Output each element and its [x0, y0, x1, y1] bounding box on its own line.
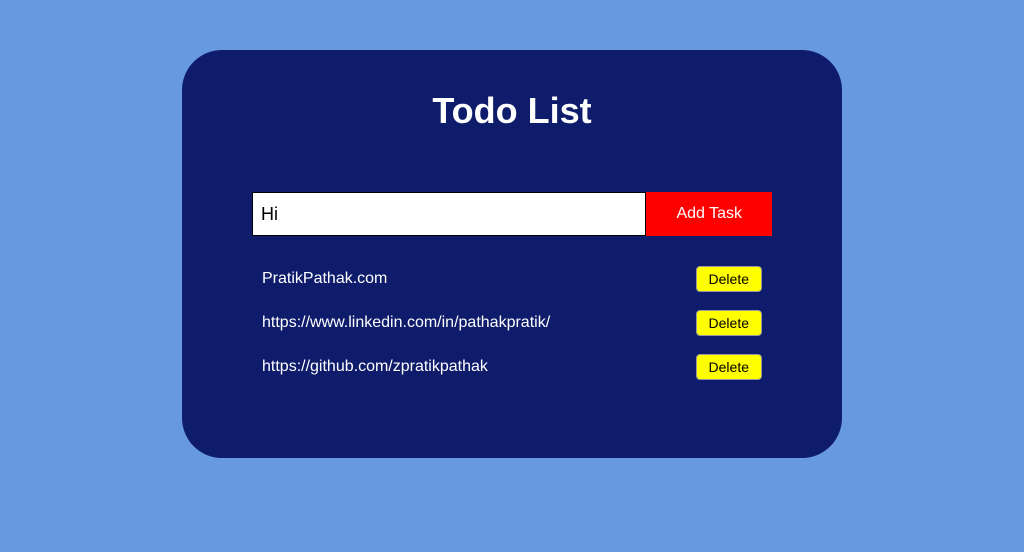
delete-button[interactable]: Delete — [696, 354, 762, 380]
page-title: Todo List — [232, 90, 792, 132]
todo-card: Todo List Add Task PratikPathak.com Dele… — [182, 50, 842, 458]
task-input[interactable] — [252, 192, 646, 236]
add-task-button[interactable]: Add Task — [646, 192, 772, 236]
input-row: Add Task — [252, 192, 772, 236]
task-list: PratikPathak.com Delete https://www.link… — [232, 266, 792, 380]
task-text: https://www.linkedin.com/in/pathakpratik… — [262, 314, 550, 332]
task-item: https://github.com/zpratikpathak Delete — [262, 354, 762, 380]
task-item: PratikPathak.com Delete — [262, 266, 762, 292]
delete-button[interactable]: Delete — [696, 310, 762, 336]
task-text: PratikPathak.com — [262, 270, 387, 288]
task-item: https://www.linkedin.com/in/pathakpratik… — [262, 310, 762, 336]
task-text: https://github.com/zpratikpathak — [262, 358, 488, 376]
delete-button[interactable]: Delete — [696, 266, 762, 292]
